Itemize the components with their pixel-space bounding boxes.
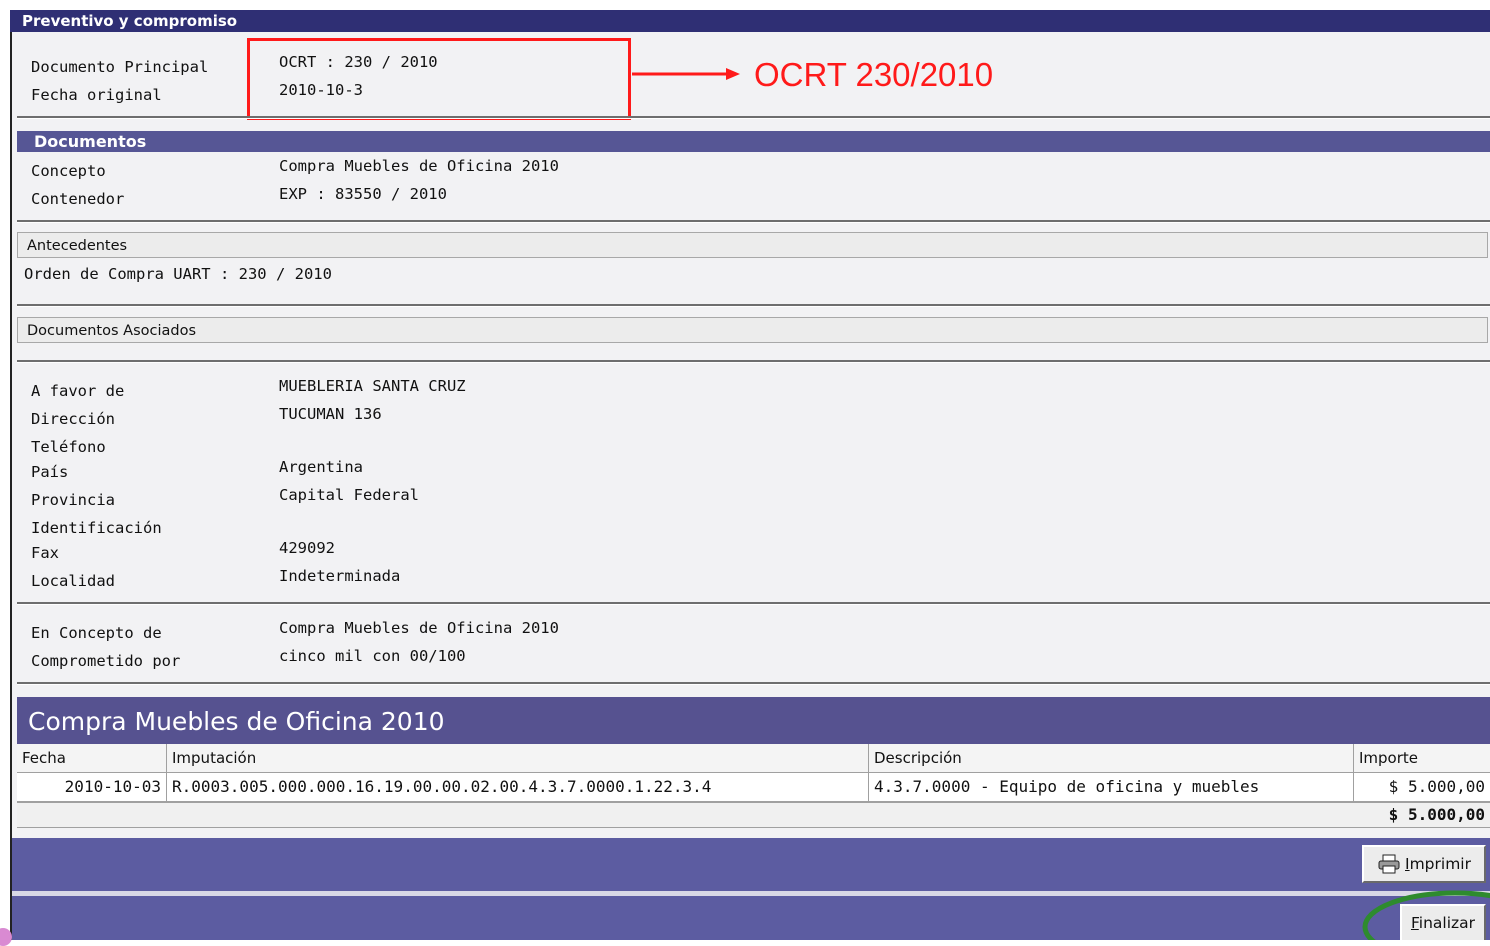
annotation-label: OCRT 230/2010 — [754, 56, 994, 93]
divider — [17, 220, 1490, 223]
table-total-row: $ 5.000,00 — [17, 802, 1490, 828]
localidad-value: Indeterminada — [279, 567, 401, 585]
total-importe: $ 5.000,00 — [1388, 805, 1485, 824]
a-favor-de-label: A favor de — [31, 382, 125, 400]
en-concepto-de-value: Compra Muebles de Oficina 2010 — [279, 619, 559, 637]
divider — [17, 304, 1490, 307]
row-imputacion: R.0003.005.000.000.16.19.00.00.02.00.4.3… — [167, 773, 869, 801]
table-title: Compra Muebles de Oficina 2010 — [17, 697, 1490, 744]
contenedor-label: Contenedor — [31, 190, 125, 208]
documentos-header: Documentos — [17, 131, 1490, 152]
printer-icon — [1378, 854, 1400, 874]
direccion-value: TUCUMAN 136 — [279, 405, 382, 423]
direccion-label: Dirección — [31, 410, 115, 428]
provincia-label: Provincia — [31, 491, 115, 509]
contenedor-value: EXP : 83550 / 2010 — [279, 185, 447, 203]
fax-label: Fax — [31, 544, 59, 562]
imputacion-table: Compra Muebles de Oficina 2010 Fecha Imp… — [17, 697, 1490, 828]
pais-label: País — [31, 463, 69, 481]
comprometido-por-value: cinco mil con 00/100 — [279, 647, 466, 665]
footer-band — [12, 896, 1490, 940]
toolbar-band — [12, 838, 1490, 891]
en-concepto-de-label: En Concepto de — [31, 624, 162, 642]
highlight-ellipse — [1362, 890, 1490, 940]
concepto-label: Concepto — [31, 162, 106, 180]
row-fecha: 2010-10-03 — [17, 773, 167, 801]
fax-value: 429092 — [279, 539, 335, 557]
antecedente-item[interactable]: Orden de Compra UART : 230 / 2010 — [24, 265, 332, 283]
row-descripcion: 4.3.7.0000 - Equipo de oficina y muebles — [869, 773, 1354, 801]
provincia-value: Capital Federal — [279, 486, 419, 504]
col-descripcion-header[interactable]: Descripción — [869, 744, 1354, 772]
divider — [17, 360, 1490, 363]
imprimir-label: mprimir — [1409, 855, 1471, 873]
documento-principal-label: Documento Principal — [31, 58, 209, 76]
localidad-label: Localidad — [31, 572, 115, 590]
corner-decoration — [0, 928, 12, 946]
comprometido-por-label: Comprometido por — [31, 652, 181, 670]
documentos-asociados-header: Documentos Asociados — [17, 317, 1488, 343]
a-favor-de-value: MUEBLERIA SANTA CRUZ — [279, 377, 466, 395]
divider — [17, 116, 1490, 119]
window-title: Preventivo y compromiso — [10, 10, 1490, 32]
fecha-original-label: Fecha original — [31, 86, 162, 104]
highlight-box — [247, 38, 631, 120]
imprimir-button[interactable]: Imprimir — [1362, 845, 1486, 883]
identificacion-label: Identificación — [31, 519, 162, 537]
col-imputacion-header[interactable]: Imputación — [167, 744, 869, 772]
table-header-row: Fecha Imputación Descripción Importe — [17, 744, 1490, 773]
col-fecha-header[interactable]: Fecha — [17, 744, 167, 772]
pais-value: Argentina — [279, 458, 363, 476]
telefono-label: Teléfono — [31, 438, 106, 456]
divider — [17, 602, 1490, 605]
row-importe: $ 5.000,00 — [1388, 777, 1485, 796]
col-importe-header[interactable]: Importe — [1354, 744, 1490, 772]
antecedentes-header: Antecedentes — [17, 232, 1488, 258]
concepto-value: Compra Muebles de Oficina 2010 — [279, 157, 559, 175]
divider — [17, 682, 1490, 685]
table-row[interactable]: 2010-10-03 R.0003.005.000.000.16.19.00.0… — [17, 773, 1490, 802]
annotation-arrow-icon — [632, 68, 740, 80]
